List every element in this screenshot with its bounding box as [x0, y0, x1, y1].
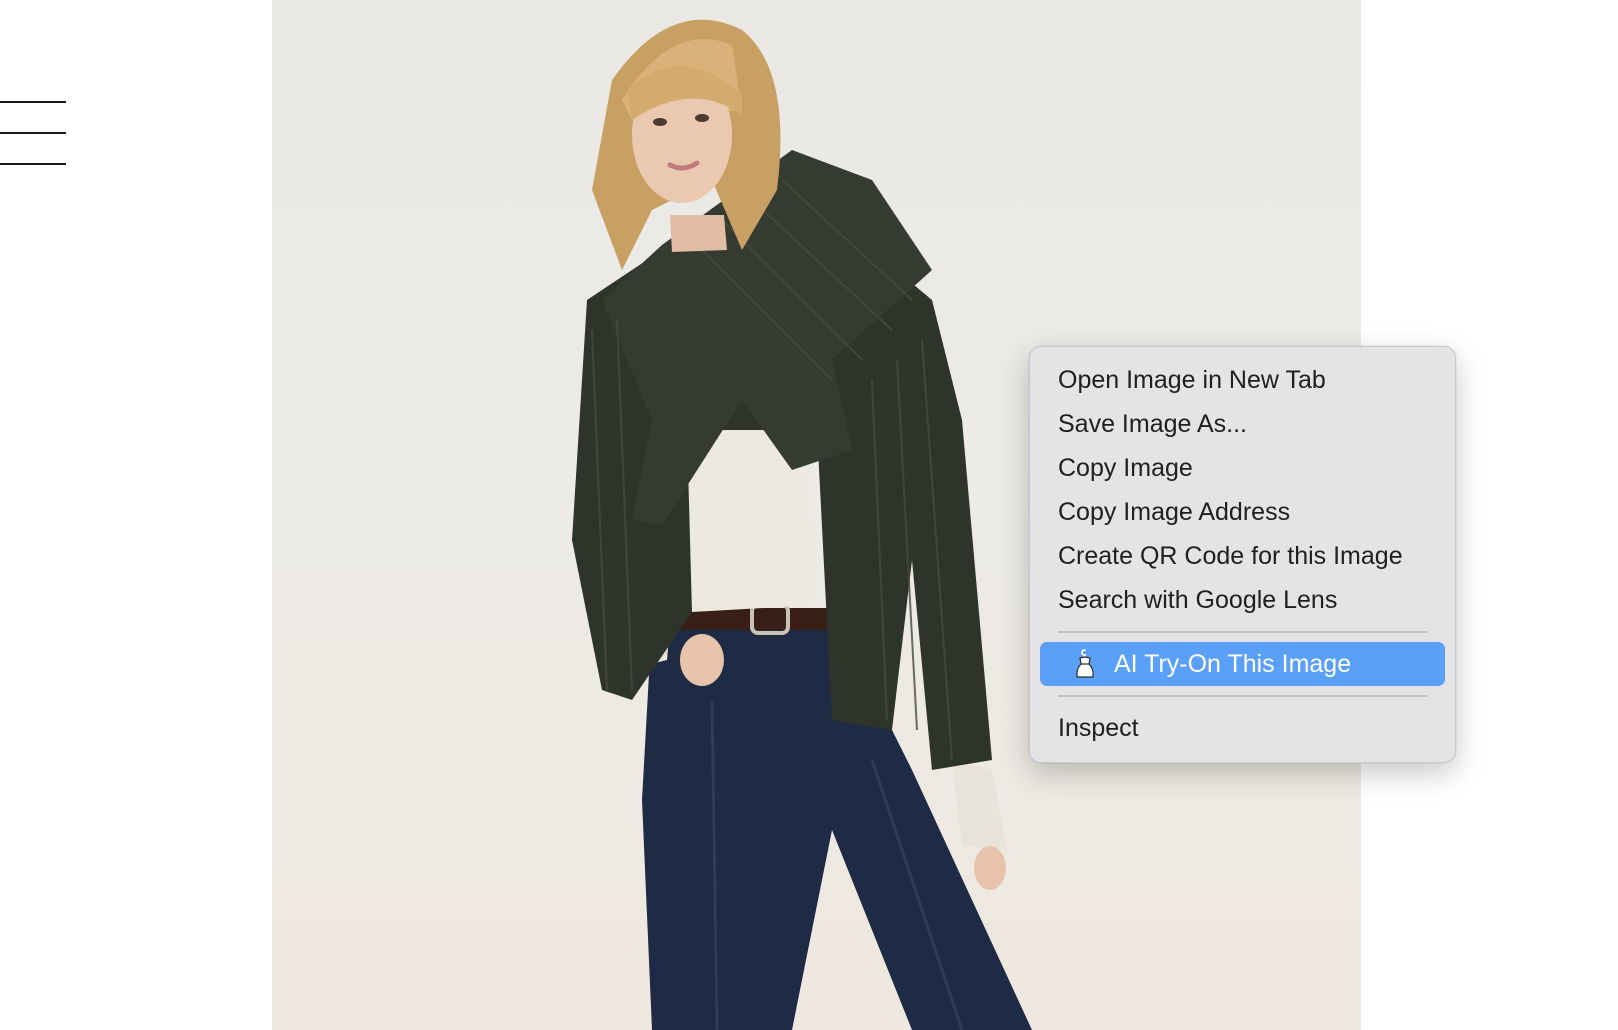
hamburger-menu-icon[interactable]	[0, 101, 66, 167]
hamburger-line	[0, 163, 66, 165]
menu-separator	[1058, 631, 1427, 633]
menu-item-copy-image[interactable]: Copy Image	[1030, 446, 1455, 490]
hamburger-line	[0, 101, 66, 103]
menu-item-create-qr-code[interactable]: Create QR Code for this Image	[1030, 534, 1455, 578]
menu-item-copy-image-address[interactable]: Copy Image Address	[1030, 490, 1455, 534]
menu-item-save-image-as[interactable]: Save Image As...	[1030, 402, 1455, 446]
menu-item-open-image-new-tab[interactable]: Open Image in New Tab	[1030, 358, 1455, 402]
menu-item-ai-try-on[interactable]: AI Try-On This Image	[1040, 642, 1445, 686]
dress-hanger-icon	[1072, 649, 1098, 679]
menu-separator	[1058, 695, 1427, 697]
menu-item-label: AI Try-On This Image	[1114, 650, 1352, 678]
hamburger-line	[0, 132, 66, 134]
context-menu: Open Image in New Tab Save Image As... C…	[1029, 346, 1456, 763]
menu-item-search-google-lens[interactable]: Search with Google Lens	[1030, 578, 1455, 622]
menu-item-inspect[interactable]: Inspect	[1030, 706, 1455, 750]
